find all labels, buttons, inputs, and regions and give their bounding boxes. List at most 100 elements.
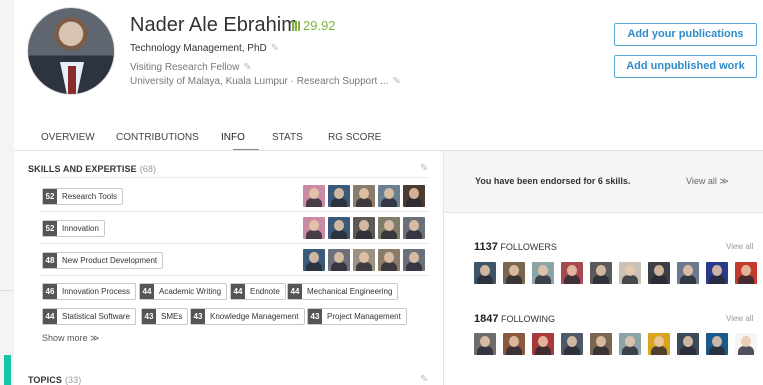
tab-info[interactable]: INFO [221,132,245,143]
follower-avatar[interactable] [619,262,641,284]
follower-avatar[interactable] [503,262,525,284]
left-edge-strip [0,0,14,385]
skills-divider [40,275,430,276]
endorser-avatar[interactable] [328,217,350,239]
skill-mechanical-engineering[interactable]: 44 Mechanical Engineering [287,283,399,300]
tab-overview[interactable]: OVERVIEW [41,132,95,143]
edit-pencil-icon[interactable]: ✎ [271,43,279,54]
edge-divider [0,290,14,291]
following-avatar[interactable] [590,333,612,355]
followers-label: FOLLOWERS [500,242,557,252]
following-avatar[interactable] [735,333,757,355]
endorser-avatar[interactable] [353,217,375,239]
follower-avatar[interactable] [735,262,757,284]
endorser-avatar[interactable] [403,249,425,271]
score-bars-icon [292,21,300,31]
position-text: Visiting Research Fellow [130,62,240,73]
skill-research-tools[interactable]: 52 Research Tools [42,188,123,205]
endorser-thumbs [303,217,425,239]
skills-count: (68) [139,164,157,174]
endorser-thumbs [303,185,425,207]
skills-divider [40,211,430,212]
tab-rg-score[interactable]: RG SCORE [328,132,381,143]
add-publications-button[interactable]: Add your publications [614,23,757,46]
rg-score[interactable]: 29.92 [292,18,336,33]
followers-thumbs [474,262,757,284]
skills-heading: SKILLS AND EXPERTISE (68) [28,164,156,174]
follower-avatar[interactable] [648,262,670,284]
skill-statistical-software[interactable]: 44 Statistical Software [42,308,137,325]
skill-label: SMEs [161,312,183,321]
following-count: 1847 [474,313,499,325]
endorsement-summary: You have been endorsed for 6 skills. [475,176,631,186]
skill-label: Academic Writing [159,287,222,296]
endorser-avatar[interactable] [303,249,325,271]
edit-pencil-icon[interactable]: ✎ [243,62,251,73]
endorser-avatar[interactable] [328,185,350,207]
followers-view-all-link[interactable]: View all [726,242,753,251]
endorser-avatar[interactable] [353,185,375,207]
profile-position: Visiting Research Fellow ✎ [130,62,252,73]
tab-contributions[interactable]: CONTRIBUTIONS [116,132,199,143]
endorsements-view-all-link[interactable]: View all ≫ [686,176,729,187]
endorser-avatar[interactable] [303,217,325,239]
follower-avatar[interactable] [532,262,554,284]
endorser-avatar[interactable] [378,217,400,239]
endorser-thumbs [303,249,425,271]
endorser-avatar[interactable] [378,249,400,271]
edit-skills-icon[interactable]: ✎ [420,163,428,174]
skill-knowledge-management[interactable]: 43 Knowledge Management [190,308,305,325]
following-avatar[interactable] [648,333,670,355]
following-avatar[interactable] [706,333,728,355]
endorse-count: 44 [231,284,245,299]
skill-academic-writing[interactable]: 44 Academic Writing [139,283,228,300]
endorse-count: 43 [191,309,205,324]
following-avatar[interactable] [503,333,525,355]
following-avatar[interactable] [561,333,583,355]
endorser-avatar[interactable] [403,217,425,239]
skill-innovation[interactable]: 52 Innovation [42,220,105,237]
skill-label: Innovation Process [62,287,131,296]
endorse-count: 43 [308,309,322,324]
topics-count: (33) [64,375,82,385]
following-heading: 1847 FOLLOWING [474,313,555,325]
endorser-avatar[interactable] [328,249,350,271]
endorse-count: 44 [140,284,154,299]
following-avatar[interactable] [474,333,496,355]
endorser-avatar[interactable] [353,249,375,271]
add-unpublished-button[interactable]: Add unpublished work [614,55,757,78]
skill-innovation-process[interactable]: 46 Innovation Process [42,283,137,300]
following-view-all-link[interactable]: View all [726,314,753,323]
skill-label: Project Management [327,312,401,321]
edge-accent-mark [4,355,11,385]
followers-heading: 1137 FOLLOWERS [474,241,557,253]
profile-avatar[interactable] [27,7,115,95]
endorser-avatar[interactable] [303,185,325,207]
degree-text: Technology Management, PhD [130,43,267,54]
endorse-count: 46 [43,284,57,299]
topics-heading: TOPICS (33) [28,375,81,385]
follower-avatar[interactable] [706,262,728,284]
endorse-count: 43 [142,309,156,324]
following-avatar[interactable] [677,333,699,355]
tab-stats[interactable]: STATS [272,132,303,143]
topics-title: TOPICS [28,375,62,385]
skill-project-management[interactable]: 43 Project Management [307,308,407,325]
edit-pencil-icon[interactable]: ✎ [392,76,400,87]
show-more-skills-link[interactable]: Show more ≫ [42,333,99,344]
skill-smes[interactable]: 43 SMEs [141,308,189,325]
skill-endnote[interactable]: 44 Endnote [230,283,286,300]
following-avatar[interactable] [532,333,554,355]
follower-avatar[interactable] [561,262,583,284]
follower-avatar[interactable] [677,262,699,284]
endorser-avatar[interactable] [378,185,400,207]
rg-score-value: 29.92 [303,18,336,33]
endorse-count: 52 [43,189,57,204]
skill-new-product-development[interactable]: 48 New Product Development [42,252,164,269]
endorser-avatar[interactable] [403,185,425,207]
edit-topics-icon[interactable]: ✎ [420,374,428,385]
follower-avatar[interactable] [590,262,612,284]
following-avatar[interactable] [619,333,641,355]
follower-avatar[interactable] [474,262,496,284]
endorse-count: 48 [43,253,57,268]
